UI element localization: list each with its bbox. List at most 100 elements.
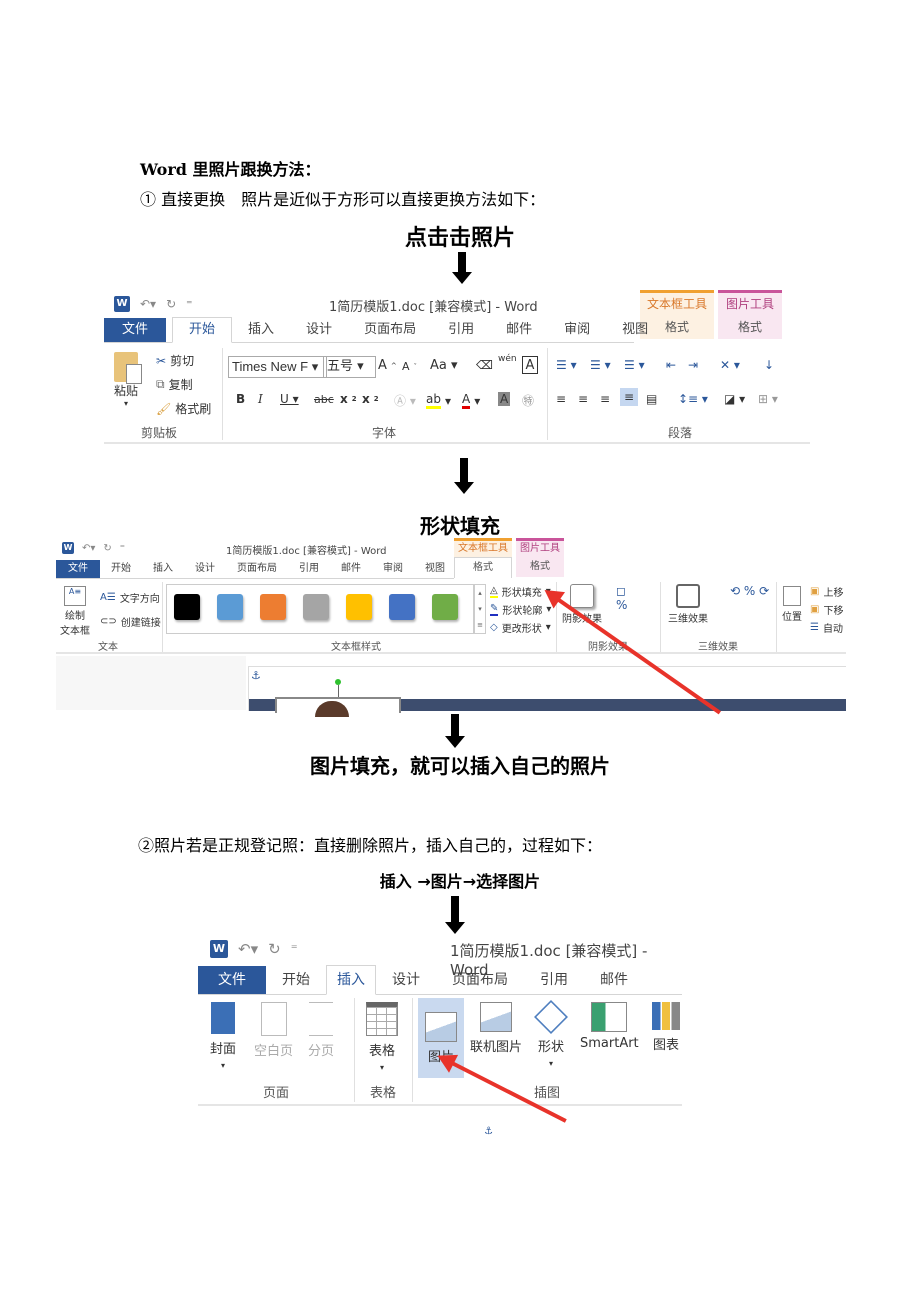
paste-button[interactable]: 粘贴 ▾ — [114, 352, 142, 408]
bold-button[interactable]: B — [236, 392, 245, 406]
redo-icon[interactable]: ↻ — [268, 940, 281, 958]
tab-layout[interactable]: 页面布局 — [348, 318, 432, 342]
tab-home[interactable]: 开始 — [172, 317, 233, 343]
tab-design[interactable]: 设计 — [184, 560, 226, 578]
shape-outline-button[interactable]: ✎ 形状轮廓 ▾ — [490, 602, 551, 617]
qat-customize-icon[interactable]: ⁼ — [291, 942, 298, 957]
underline-button[interactable]: U ▾ — [280, 392, 299, 406]
borders-button[interactable]: ⊞ ▾ — [758, 392, 778, 406]
increase-indent-button[interactable]: ⇥ — [688, 358, 698, 372]
change-case-button[interactable]: Aa ▾ — [430, 358, 458, 373]
smartart-button[interactable]: SmartArt — [580, 1002, 639, 1051]
numbering-button[interactable]: ☰ ▾ — [590, 358, 611, 372]
distributed-button[interactable]: ▤ — [646, 392, 657, 406]
wrap-text-button[interactable]: ☰ 自动 — [810, 620, 843, 635]
change-shape-button[interactable]: ◇ 更改形状 ▾ — [490, 620, 551, 635]
format-painter-button[interactable]: 🖌 格式刷 — [156, 400, 211, 417]
tab-view[interactable]: 视图 — [606, 318, 664, 342]
sort-button[interactable]: ↓ — [764, 358, 774, 372]
style-swatch[interactable] — [174, 594, 200, 620]
enclose-char-icon[interactable]: ㊕ — [522, 392, 534, 409]
tilt-icons[interactable]: ⟲ % ⟳ — [730, 584, 769, 598]
cover-page-button[interactable]: 封面 ▾ — [210, 1002, 236, 1070]
tab-layout[interactable]: 页面布局 — [226, 560, 288, 578]
copy-button[interactable]: ⧉ 复制 — [156, 376, 193, 393]
shrink-font-button[interactable]: Aˇ — [402, 360, 417, 373]
style-swatch[interactable] — [346, 594, 372, 620]
tab-references[interactable]: 引用 — [524, 966, 584, 994]
gallery-scroll[interactable]: ▴ ▾ ≡ — [474, 584, 486, 634]
tab-references[interactable]: 引用 — [432, 318, 490, 342]
tab-mailings[interactable]: 邮件 — [330, 560, 372, 578]
tab-insert[interactable]: 插入 — [232, 318, 290, 342]
tab-file[interactable]: 文件 — [56, 560, 100, 578]
shapes-button[interactable]: 形状 ▾ — [534, 1000, 568, 1068]
style-swatch[interactable] — [303, 594, 329, 620]
qat-customize-icon[interactable]: ⁼ — [186, 297, 192, 311]
photo-frame[interactable] — [275, 697, 401, 717]
char-shading-icon[interactable]: A — [498, 392, 511, 406]
send-backward-button[interactable]: ▣ 下移 — [810, 602, 843, 617]
undo-icon[interactable]: ↶▾ — [140, 297, 156, 311]
style-swatch[interactable] — [432, 594, 458, 620]
style-swatch[interactable] — [217, 594, 243, 620]
strikethrough-button[interactable]: abc — [314, 393, 334, 406]
text-effects-button[interactable]: Ⓐ ▾ — [394, 392, 416, 409]
tab-review[interactable]: 审阅 — [372, 560, 414, 578]
align-center-button[interactable]: ≡ — [578, 392, 588, 406]
highlight-button[interactable]: ab ▾ — [426, 392, 451, 409]
char-border-icon[interactable]: A — [522, 356, 538, 374]
tab-file[interactable]: 文件 — [198, 966, 266, 994]
nudge-shadow-icons[interactable]: ◻% — [616, 584, 627, 612]
style-swatch[interactable] — [389, 594, 415, 620]
font-color-button[interactable]: A ▾ — [462, 392, 480, 409]
chart-button[interactable]: 图表 — [652, 1002, 680, 1053]
superscript-button[interactable]: x2 — [362, 392, 379, 406]
bring-forward-button[interactable]: ▣ 上移 — [810, 584, 843, 599]
multilevel-button[interactable]: ☰ ▾ — [624, 358, 645, 372]
shading-button[interactable]: ◪ ▾ — [724, 392, 745, 406]
redo-icon[interactable]: ↻ — [103, 543, 111, 554]
blank-page-button[interactable]: 空白页 — [254, 1002, 293, 1059]
style-swatch[interactable] — [260, 594, 286, 620]
clear-format-icon[interactable]: ⌫ — [476, 358, 493, 372]
tab-design[interactable]: 设计 — [290, 318, 348, 342]
tab-design[interactable]: 设计 — [376, 966, 436, 994]
redo-icon[interactable]: ↻ — [166, 297, 176, 311]
tab-home[interactable]: 开始 — [100, 560, 142, 578]
tab-layout[interactable]: 页面布局 — [436, 966, 524, 994]
tab-review[interactable]: 审阅 — [548, 318, 606, 342]
undo-icon[interactable]: ↶▾ — [82, 543, 95, 554]
cut-button[interactable]: ✂ 剪切 — [156, 352, 194, 369]
position-button[interactable]: 位置 — [782, 586, 802, 623]
tab-insert[interactable]: 插入 — [326, 965, 376, 995]
subscript-button[interactable]: x2 — [340, 392, 357, 406]
align-left-button[interactable]: ≡ — [556, 392, 566, 406]
grow-font-button[interactable]: A ^ — [378, 358, 397, 373]
draw-textbox-button[interactable]: A≡ 绘制 文本框 — [60, 586, 90, 637]
qat-customize-icon[interactable]: ⁼ — [120, 543, 125, 554]
tab-references[interactable]: 引用 — [288, 560, 330, 578]
bullets-button[interactable]: ☰ ▾ — [556, 358, 577, 372]
tab-mailings[interactable]: 邮件 — [584, 966, 644, 994]
text-direction-button[interactable]: A☰ 文字方向 — [100, 590, 160, 605]
tab-format-picture[interactable]: 格式 — [718, 315, 782, 339]
tab-format-textbox[interactable]: 格式 — [454, 557, 512, 578]
page-break-button[interactable]: 分页 — [308, 1002, 334, 1059]
justify-button[interactable]: ≡ — [620, 388, 639, 406]
tab-format-picture[interactable]: 格式 — [516, 557, 564, 577]
font-name-select[interactable]: Times New F ▾ — [228, 356, 327, 378]
create-link-button[interactable]: ⊂⊃ 创建链接 — [100, 614, 161, 629]
3d-effects-button[interactable]: 三维效果 — [668, 584, 708, 625]
online-picture-button[interactable]: 联机图片 — [470, 1002, 522, 1055]
tab-file[interactable]: 文件 — [104, 318, 167, 342]
phonetic-guide-icon[interactable]: wén — [498, 354, 517, 364]
tab-insert[interactable]: 插入 — [142, 560, 184, 578]
line-spacing-button[interactable]: ↕≡ ▾ — [678, 392, 708, 406]
italic-button[interactable]: I — [258, 392, 263, 406]
align-right-button[interactable]: ≡ — [600, 392, 610, 406]
chinese-layout-button[interactable]: ✕ ▾ — [720, 358, 740, 372]
decrease-indent-button[interactable]: ⇤ — [666, 358, 676, 372]
table-button[interactable]: 表格 ▾ — [366, 1002, 398, 1072]
tab-home[interactable]: 开始 — [266, 966, 326, 994]
